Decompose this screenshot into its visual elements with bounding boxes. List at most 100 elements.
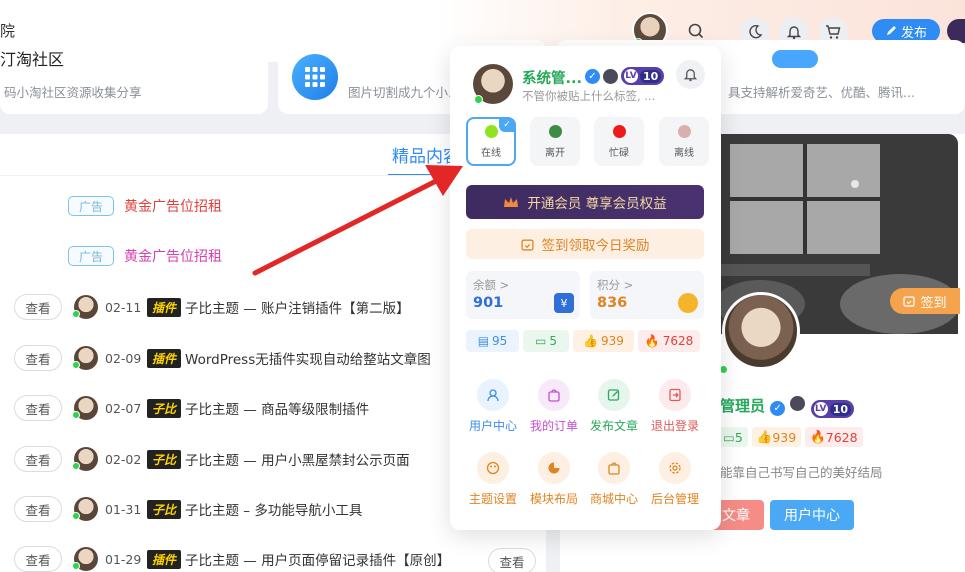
verified-icon: ✓ [770, 401, 786, 416]
calendar-icon [520, 239, 534, 251]
post-date: 02-07 [105, 400, 142, 416]
author-name[interactable]: 管理员 ✓ LV 10 [720, 395, 855, 418]
chip-value: 5 [549, 334, 557, 348]
menu-my-orders[interactable]: 我的订单 [524, 379, 584, 441]
avatar[interactable] [72, 396, 98, 420]
status-offline[interactable]: 离线 [659, 117, 709, 166]
menu-label: 用户中心 [468, 419, 517, 433]
avatar[interactable] [72, 547, 98, 571]
list-item[interactable]: 查看 02-02 子比 子比主题 — 用户小黑屋禁封公示页面 [14, 444, 410, 474]
hot-count-chip[interactable]: 🔥 7628 [638, 330, 700, 352]
user-center-button[interactable]: 用户中心 [770, 500, 854, 530]
palette-icon [477, 452, 509, 484]
verified-icon: ✓ [585, 68, 600, 84]
menu-admin[interactable]: 后台管理 [645, 452, 705, 514]
status-label: 忙碌 [609, 147, 629, 159]
online-status-dot [72, 361, 80, 369]
comment-count: ▭ 5 [718, 427, 748, 447]
list-item[interactable]: 查看 02-11 插件 子比主题 — 账户注销插件【第二版】 [14, 292, 410, 322]
list-item[interactable]: 查看 02-07 子比 子比主题 — 商品等级限制插件 [14, 393, 369, 423]
menu-label: 后台管理 [650, 492, 699, 506]
menu-shop-center[interactable]: 商城中心 [584, 452, 644, 514]
post-title[interactable]: 子比主题 – 多功能导航小工具 [185, 499, 362, 519]
status-dot [484, 124, 498, 138]
author-name-text: 管理员 [720, 397, 766, 415]
coins-icon [678, 293, 698, 313]
view-button[interactable]: 查看 [488, 548, 536, 572]
menu-user-center[interactable]: 用户中心 [463, 379, 523, 441]
view-button[interactable]: 查看 [14, 395, 62, 421]
yuan-icon: ¥ [554, 293, 574, 313]
list-item[interactable]: 查看 01-31 子比 子比主题 – 多功能导航小工具 [14, 494, 362, 524]
user-icon [477, 379, 509, 411]
online-status-dot [72, 462, 80, 470]
card-desc-1: 码小淘社区资源收集分享 [4, 85, 142, 100]
status-away[interactable]: 离开 [530, 117, 580, 166]
ad-row[interactable]: 广告 黄金广告位招租 [68, 195, 222, 217]
post-date: 02-09 [105, 350, 142, 366]
site-title-fragment[interactable]: 院 [0, 20, 15, 41]
avatar[interactable] [72, 346, 98, 370]
logout-icon [659, 379, 691, 411]
author-avatar[interactable] [722, 292, 800, 370]
vip-membership-button[interactable]: 开通会员 尊享会员权益 [466, 185, 704, 219]
category-tag: 子比 [147, 449, 182, 469]
status-dot [548, 124, 562, 138]
list-item[interactable]: 查看 02-09 插件 WordPress无插件实现自动给整站文章图 [14, 343, 431, 373]
checkin-label: 签到 [920, 295, 947, 311]
comment-icon: ▭ [723, 429, 735, 445]
post-date: 01-29 [105, 551, 142, 567]
ad-text[interactable]: 黄金广告位招租 [124, 246, 222, 266]
message-bell-icon[interactable] [676, 60, 705, 89]
view-button[interactable]: 查看 [14, 446, 62, 472]
like-count-chip[interactable]: 👍 939 [573, 330, 634, 352]
menu-label: 我的订单 [529, 419, 578, 433]
view-button[interactable]: 查看 [14, 294, 62, 320]
points-card[interactable]: 积分 > 836 [590, 271, 704, 319]
menu-label: 主题设置 [468, 492, 517, 506]
crown-icon [504, 196, 519, 207]
author-stats: ▭ 5 👍 939 🔥 7628 [718, 427, 863, 447]
check-icon: ✓ [499, 118, 515, 132]
avatar[interactable] [72, 295, 98, 319]
view-button[interactable]: 查看 [14, 345, 62, 371]
avatar[interactable] [72, 497, 98, 521]
comment-count-chip[interactable]: ▭ 5 [523, 330, 569, 352]
post-title[interactable]: 子比主题 — 用户小黑屋禁封公示页面 [185, 449, 410, 469]
status-label: 在线 [481, 147, 501, 159]
post-title[interactable]: 子比主题 — 用户页面停留记录插件【原创】 [185, 549, 450, 569]
status-online[interactable]: ✓ 在线 [466, 117, 516, 166]
user-name[interactable]: 系统管... [522, 67, 582, 88]
ad-badge: 广告 [68, 246, 114, 266]
menu-publish-article[interactable]: 发布文章 [584, 379, 644, 441]
user-stat-chips: ▤ 95 ▭ 5 👍 939 🔥 7628 [466, 330, 700, 352]
menu-logout[interactable]: 退出登录 [645, 379, 705, 441]
shopping-bag-icon [598, 452, 630, 484]
list-item[interactable]: 查看 01-29 插件 子比主题 — 用户页面停留记录插件【原创】 [14, 544, 450, 572]
online-status-dot [72, 310, 80, 318]
view-button[interactable]: 查看 [14, 546, 62, 572]
view-button[interactable]: 查看 [14, 496, 62, 522]
ad-text[interactable]: 黄金广告位招租 [124, 196, 222, 216]
daily-checkin-button[interactable]: 签到领取今日奖励 [466, 229, 704, 259]
post-count-chip[interactable]: ▤ 95 [466, 330, 519, 352]
status-dot [677, 124, 691, 138]
balance-card[interactable]: 余额 > 901 ¥ [466, 271, 580, 319]
menu-module-layout[interactable]: 模块布局 [524, 452, 584, 514]
post-title[interactable]: 子比主题 — 商品等级限制插件 [185, 398, 369, 418]
menu-theme-settings[interactable]: 主题设置 [463, 452, 523, 514]
checkin-button[interactable]: 签到 [890, 288, 960, 314]
status-label: 离开 [545, 147, 565, 159]
menu-label: 退出登录 [650, 419, 699, 433]
publish-label: 发布 [900, 25, 927, 41]
like-value: 939 [772, 429, 797, 445]
level-number: 10 [829, 402, 852, 416]
ad-row[interactable]: 广告 黄金广告位招租 [68, 245, 222, 267]
avatar[interactable] [72, 447, 98, 471]
checkin-label: 签到领取今日奖励 [541, 238, 650, 254]
category-tag: 子比 [147, 398, 182, 418]
post-title[interactable]: 子比主题 — 账户注销插件【第二版】 [185, 297, 410, 317]
grid-icon [292, 54, 338, 100]
post-title[interactable]: WordPress无插件实现自动给整站文章图 [185, 348, 431, 368]
status-busy[interactable]: 忙碌 [594, 117, 644, 166]
